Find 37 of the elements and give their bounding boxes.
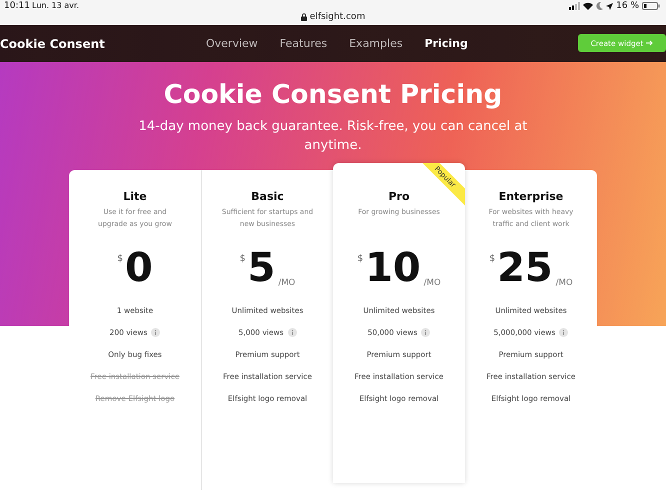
info-icon[interactable] [151, 328, 160, 338]
signal-icon [569, 2, 580, 10]
currency-sign: $ [117, 254, 123, 264]
price-period: /MO [278, 278, 296, 288]
currency-sign: $ [357, 254, 364, 264]
page-subtitle: 14-day money back guarantee. Risk-free, you can cancel at anytime. [138, 118, 528, 155]
arrow-icon [646, 40, 654, 46]
nav-link[interactable]: Pricing [424, 37, 468, 50]
price-period: /MO [424, 278, 441, 288]
battery-icon [642, 2, 660, 10]
nav-link[interactable]: Examples [349, 37, 403, 50]
price-amount: 5 [248, 248, 276, 288]
location-icon [606, 2, 614, 10]
plan-name: Basic [250, 190, 285, 203]
price-amount: 10 [365, 248, 421, 288]
currency-sign: $ [489, 254, 496, 264]
status-date: Lun. 13 avr. [32, 1, 79, 10]
info-icon[interactable] [288, 328, 297, 338]
moon-icon [596, 2, 604, 10]
status-time: 10:11 [4, 1, 30, 11]
price-amount: 0 [124, 248, 153, 288]
currency-sign: $ [240, 254, 246, 264]
price-period: /MO [556, 278, 573, 288]
info-icon[interactable] [421, 328, 430, 338]
nav-link[interactable]: Overview [206, 37, 258, 50]
plan-name: Pro [387, 190, 411, 203]
nav-link[interactable]: Features [280, 37, 328, 50]
price-amount: 25 [497, 248, 553, 288]
wifi-icon [583, 2, 594, 10]
battery-percent: 16 % [616, 1, 639, 11]
plan-name: Lite [122, 190, 148, 203]
brand-name[interactable]: Cookie Consent [0, 36, 206, 50]
url-text[interactable]: elfsight.com [310, 12, 366, 22]
page-title: Cookie Consent Pricing [162, 80, 504, 110]
lock-icon [300, 13, 307, 21]
plan-name: Enterprise [498, 190, 564, 203]
info-icon[interactable] [559, 328, 568, 338]
